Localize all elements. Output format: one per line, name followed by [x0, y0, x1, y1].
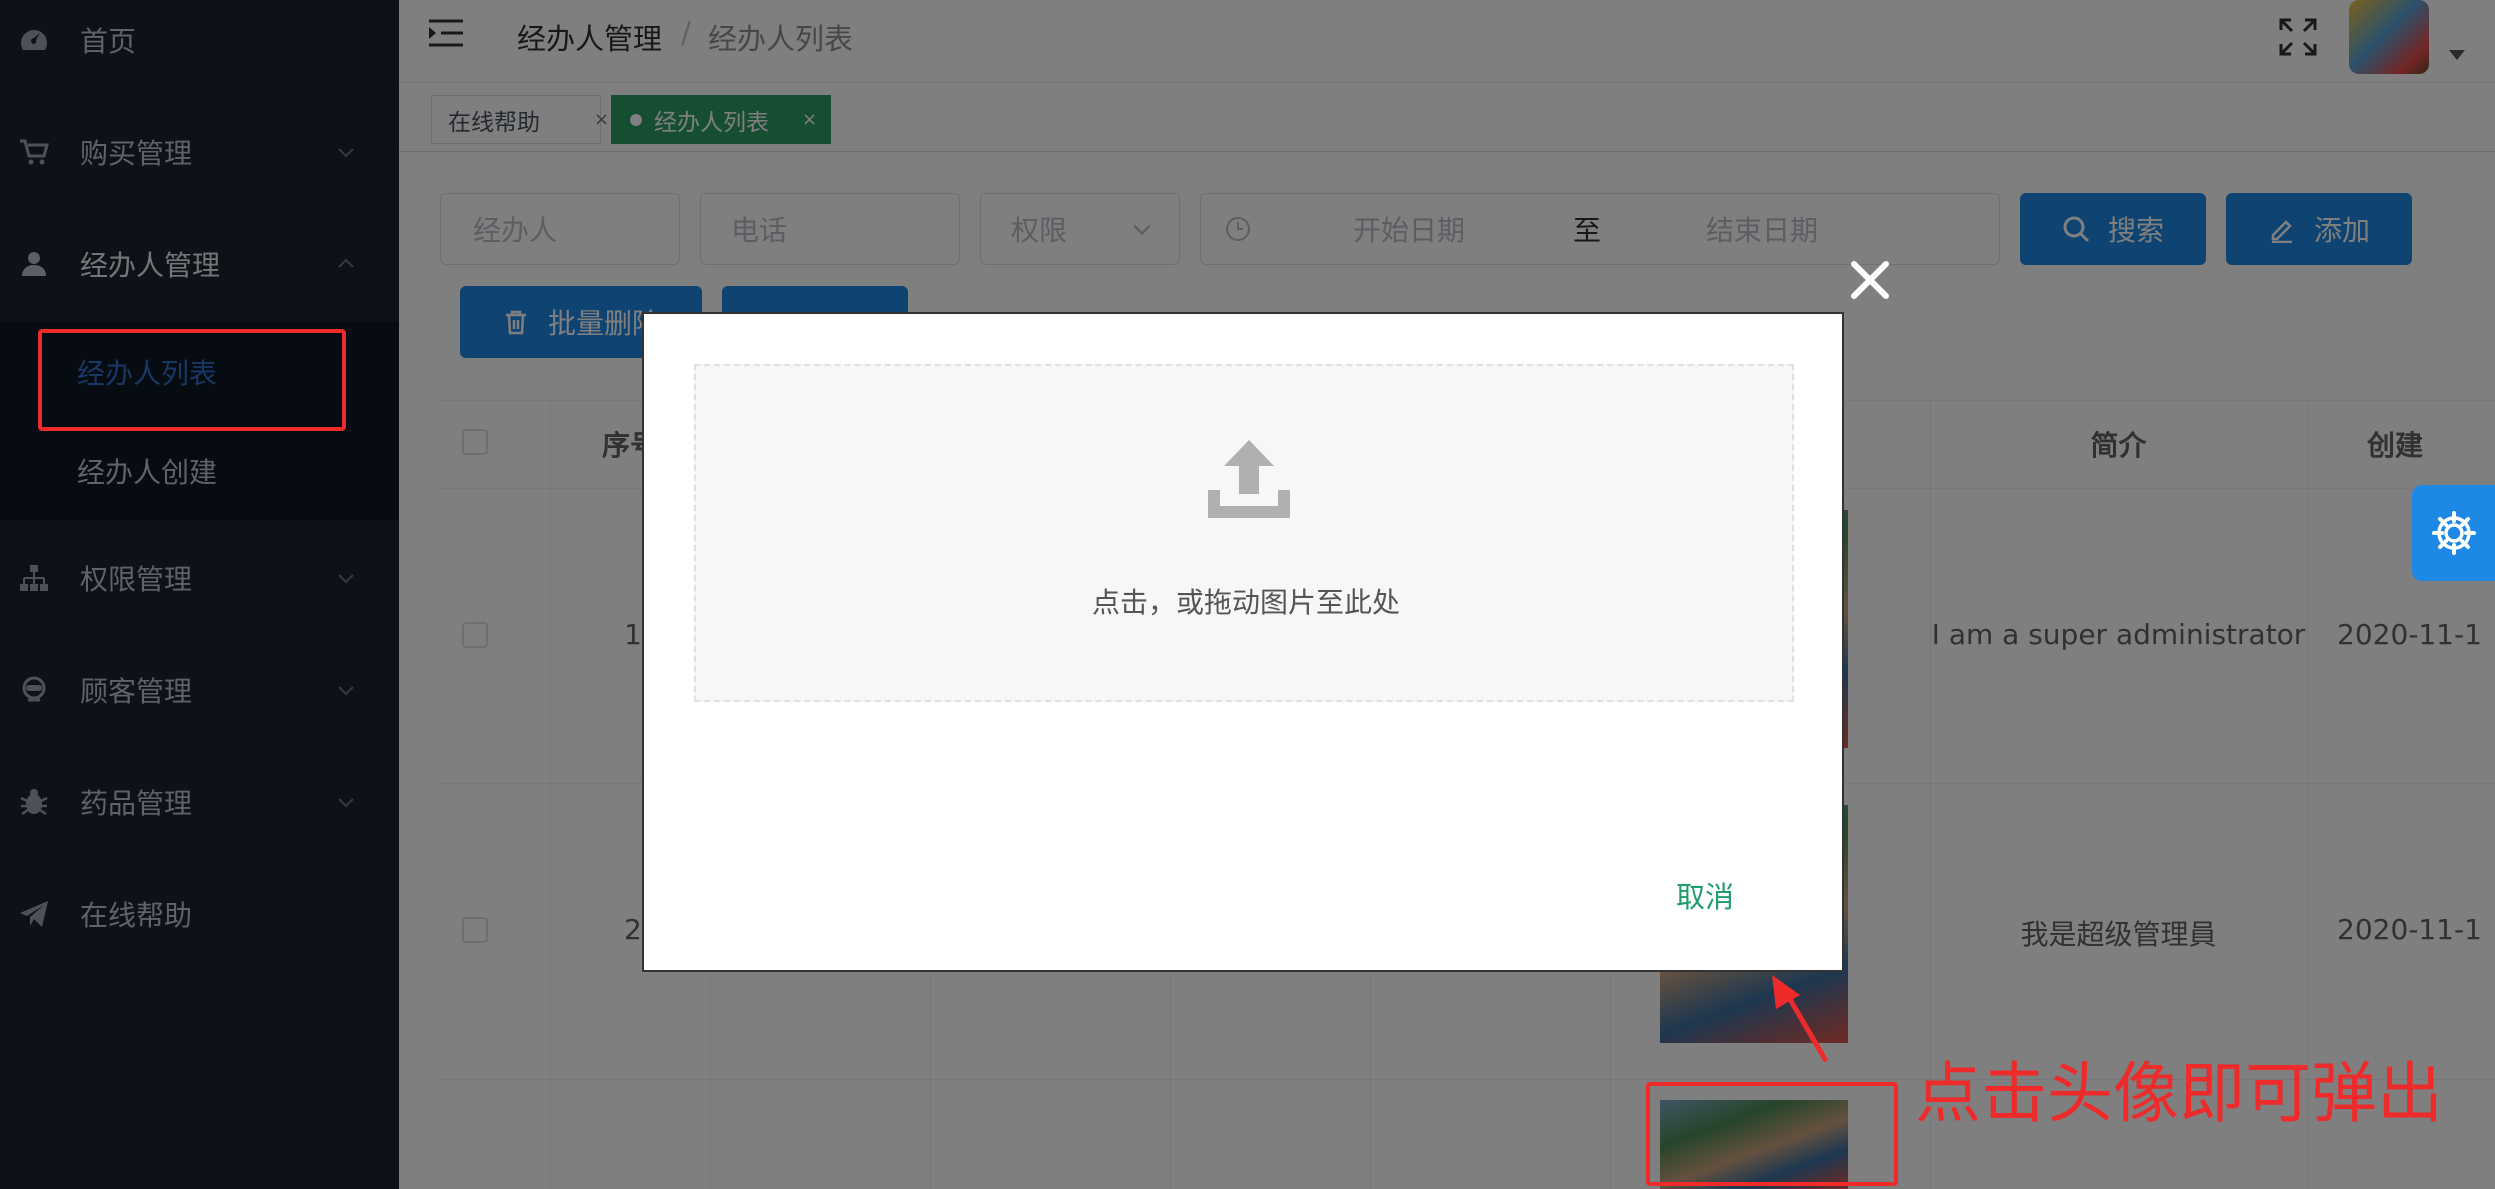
- gear-icon: [2431, 511, 2476, 555]
- cancel-button[interactable]: 取消: [1676, 874, 1734, 916]
- annotation-arrow: [1772, 975, 1829, 1063]
- settings-panel-toggle[interactable]: [2412, 485, 2495, 581]
- close-icon[interactable]: [1848, 258, 1892, 302]
- upload-avatar-dialog: 点击，或拖动图片至此处 取消: [642, 312, 1844, 972]
- annotation-text: 点击头像即可弹出: [1915, 1055, 2443, 1132]
- annotation-highlight-box: [38, 329, 346, 431]
- image-dropzone[interactable]: 点击，或拖动图片至此处: [694, 364, 1794, 702]
- annotation-highlight-box: [1646, 1082, 1898, 1186]
- dropzone-text: 点击，或拖动图片至此处: [1091, 586, 1400, 619]
- upload-icon: [1208, 440, 1290, 518]
